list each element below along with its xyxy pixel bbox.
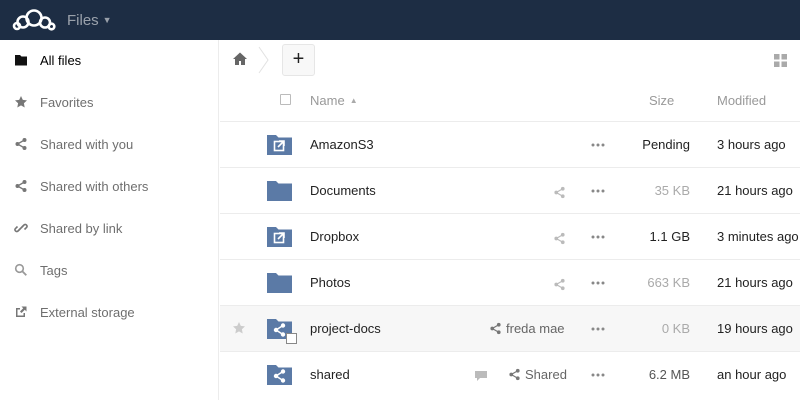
app-menu-button[interactable]: Files ▼: [67, 12, 112, 29]
breadcrumb-separator-icon: [258, 46, 269, 74]
controls-bar: +: [220, 40, 800, 80]
header-bar: Files ▼: [0, 0, 800, 40]
share-icon: [15, 180, 27, 192]
file-size: Pending: [642, 137, 690, 152]
share-icon: [15, 138, 27, 150]
file-name[interactable]: Photos: [310, 275, 350, 290]
file-modified: 3 minutes ago: [717, 229, 799, 244]
share-icon[interactable]: [553, 186, 566, 199]
sidebar-item-label: Shared with you: [40, 137, 134, 152]
sidebar-item-shared-by-link[interactable]: Shared by link: [0, 208, 218, 250]
sidebar-item-label: All files: [40, 53, 82, 68]
more-actions-icon[interactable]: [591, 143, 605, 147]
sidebar-item-all-files[interactable]: All files: [0, 40, 218, 82]
row-select-checkbox[interactable]: [286, 333, 297, 344]
sidebar-item-tags[interactable]: Tags: [0, 250, 218, 292]
home-icon[interactable]: [232, 51, 248, 67]
shared-with-button[interactable]: freda mae: [489, 321, 565, 336]
sidebar-item-label: Tags: [40, 263, 68, 278]
share-owner-label: freda mae: [506, 321, 565, 336]
file-name[interactable]: AmazonS3: [310, 137, 374, 152]
folder-icon: [267, 273, 292, 293]
share-icon[interactable]: [553, 232, 566, 245]
search-icon: [14, 263, 27, 276]
owncloud-logo-icon[interactable]: [12, 7, 56, 38]
table-row[interactable]: Dropbox 1.1 GB 3 minutes ago: [220, 214, 800, 260]
more-actions-icon[interactable]: [591, 189, 605, 193]
sidebar-item-label: Shared with others: [40, 179, 149, 194]
more-actions-icon[interactable]: [591, 327, 605, 331]
column-header-size[interactable]: Size: [649, 93, 674, 108]
comment-icon[interactable]: [474, 370, 488, 382]
sidebar-item-favorites[interactable]: Favorites: [0, 82, 218, 124]
shared-button[interactable]: Shared: [508, 367, 567, 382]
sidebar-item-label: Favorites: [40, 95, 94, 110]
sidebar-item-shared-with-others[interactable]: Shared with others: [0, 166, 218, 208]
column-header-modified[interactable]: Modified: [717, 93, 766, 108]
app-name-label: Files: [67, 12, 99, 29]
sort-ascending-icon: ▲: [349, 96, 358, 105]
table-header: Name ▲ Size Modified: [220, 80, 800, 122]
caret-down-icon: ▼: [102, 15, 112, 25]
file-modified: 21 hours ago: [717, 183, 793, 198]
share-icon: [509, 368, 520, 381]
file-name[interactable]: Documents: [310, 183, 376, 198]
file-modified: 3 hours ago: [717, 137, 786, 152]
share-status-label: Shared: [525, 367, 567, 382]
table-row[interactable]: project-docs freda mae 0 KB 19 hours ago: [220, 306, 800, 352]
file-modified: an hour ago: [717, 367, 787, 382]
more-actions-icon[interactable]: [591, 373, 605, 377]
name-header-label: Name: [310, 93, 345, 108]
table-row[interactable]: Photos 663 KB 21 hours ago: [220, 260, 800, 306]
external-folder-icon: [267, 227, 292, 247]
folder-icon: [15, 55, 27, 66]
sidebar-item-label: External storage: [40, 305, 135, 320]
sidebar: All files Favorites Shared with you Shar…: [0, 40, 219, 400]
star-icon[interactable]: [232, 321, 246, 335]
file-modified: 21 hours ago: [717, 275, 793, 290]
file-name[interactable]: project-docs: [310, 321, 381, 336]
external-folder-icon: [267, 135, 292, 155]
share-icon[interactable]: [553, 278, 566, 291]
file-size: 35 KB: [654, 183, 690, 198]
table-row[interactable]: Documents 35 KB 21 hours ago: [220, 168, 800, 214]
shared-folder-icon: [267, 365, 292, 385]
table-row[interactable]: AmazonS3 Pending 3 hours ago: [220, 122, 800, 168]
file-size: 663 KB: [647, 275, 690, 290]
more-actions-icon[interactable]: [591, 235, 605, 239]
column-header-name[interactable]: Name ▲: [310, 93, 358, 108]
folder-icon: [267, 181, 292, 201]
share-icon: [490, 322, 501, 335]
file-name[interactable]: shared: [310, 367, 350, 382]
file-name[interactable]: Dropbox: [310, 229, 359, 244]
select-all-checkbox[interactable]: [280, 94, 291, 105]
more-actions-icon[interactable]: [591, 281, 605, 285]
file-size: 0 KB: [661, 321, 690, 336]
grid-view-icon[interactable]: [774, 54, 787, 67]
file-size: 6.2 MB: [648, 367, 690, 382]
sidebar-item-shared-with-you[interactable]: Shared with you: [0, 124, 218, 166]
sidebar-item-external-storage[interactable]: External storage: [0, 292, 218, 334]
sidebar-item-label: Shared by link: [40, 221, 123, 236]
new-button[interactable]: +: [282, 44, 315, 76]
external-icon: [16, 306, 27, 317]
link-icon: [14, 223, 28, 233]
star-icon: [15, 96, 27, 108]
file-size: 1.1 GB: [649, 229, 690, 244]
file-modified: 19 hours ago: [717, 321, 793, 336]
table-row[interactable]: shared Shared 6.2 MB an hour ago: [220, 352, 800, 398]
